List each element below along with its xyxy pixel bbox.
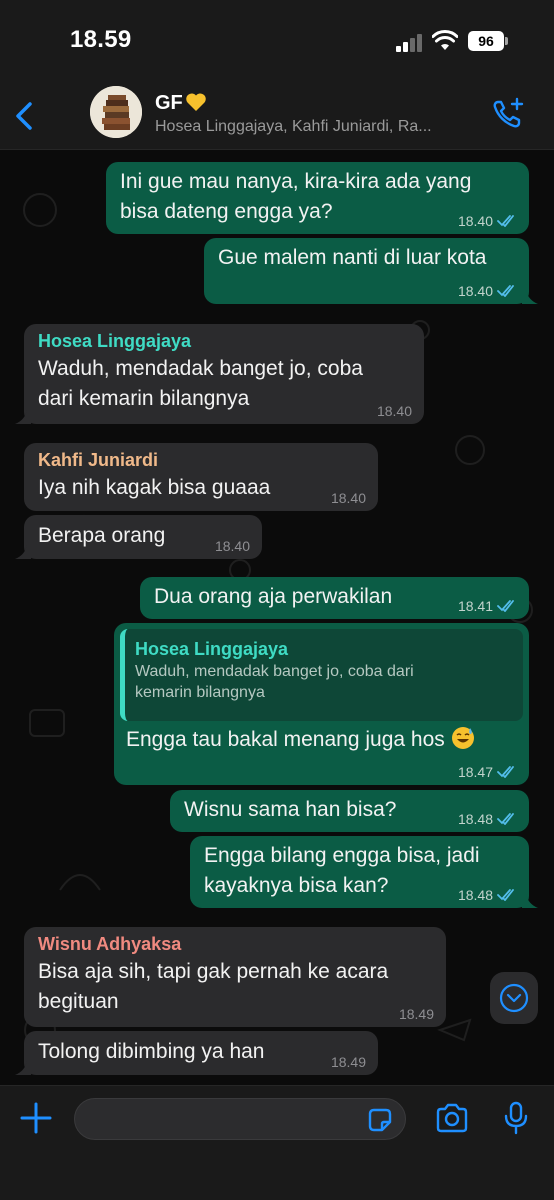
message-text: Waduh, mendadak banget jo, coba dari kem…	[38, 357, 363, 410]
message-time: 18.40	[330, 490, 366, 506]
message-bubble-outgoing-reply[interactable]: Hosea Linggajaya Waduh, mendadak banget …	[114, 623, 529, 785]
message-meta: 18.40	[458, 283, 517, 299]
group-avatar[interactable]	[90, 86, 142, 138]
sender-name: Kahfi Juniardi	[38, 450, 159, 470]
double-tick-icon	[497, 215, 514, 227]
plus-icon[interactable]	[18, 1100, 54, 1136]
message-bubble-outgoing[interactable]: Engga bilang engga bisa, jadi kayaknya b…	[190, 836, 538, 908]
quoted-message[interactable]: Hosea Linggajaya Waduh, mendadak banget …	[120, 629, 523, 721]
bubble-tail	[522, 894, 538, 908]
cellular-signal-icon	[396, 34, 426, 52]
sender-name: Hosea Linggajaya	[38, 331, 192, 351]
camera-icon[interactable]	[434, 1102, 470, 1134]
quoted-sender: Hosea Linggajaya	[135, 639, 289, 659]
message-meta: 18.40	[377, 403, 412, 419]
message-bubble-incoming[interactable]: Kahfi Juniardi Iya nih kagak bisa guaaa …	[24, 443, 378, 511]
message-bubble-outgoing[interactable]: Gue malem nanti di luar kota 18.40	[204, 238, 538, 304]
message-bubble-incoming[interactable]: Tolong dibimbing ya han 18.49	[15, 1031, 378, 1075]
double-tick-icon	[497, 285, 514, 297]
message-time: 18.41	[457, 598, 493, 614]
message-time: 18.47	[457, 764, 493, 780]
message-text: Bisa aja sih, tapi gak pernah ke acara b…	[38, 960, 389, 1013]
message-time: 18.48	[457, 887, 493, 903]
scroll-to-bottom-button[interactable]	[490, 972, 538, 1024]
group-members[interactable]: Hosea Linggajaya, Kahfi Juniardi, Ra...	[155, 118, 455, 136]
message-text: Engga tau bakal menang juga hos	[126, 725, 475, 755]
bubble-tail	[15, 545, 31, 559]
bubble-tail	[15, 410, 31, 424]
message-time: 18.40	[457, 213, 493, 229]
message-text: Iya nih kagak bisa guaaa	[38, 476, 271, 499]
chevron-down-icon	[499, 983, 529, 1013]
add-call-icon[interactable]	[490, 96, 526, 132]
message-meta: 18.40	[331, 490, 366, 506]
message-bubble-outgoing[interactable]: Dua orang aja perwakilan 18.41	[140, 577, 529, 619]
message-bubble-outgoing[interactable]: Wisnu sama han bisa? 18.48	[170, 790, 529, 832]
chat-area[interactable]: Ini gue mau nanya, kira-kira ada yang bi…	[0, 150, 554, 1085]
message-meta: 18.48	[458, 811, 517, 827]
message-meta: 18.40	[215, 538, 250, 554]
quoted-text: Waduh, mendadak banget jo, coba dari kem…	[135, 663, 414, 701]
message-time: 18.49	[398, 1006, 434, 1022]
status-bar: 18.59 96	[0, 0, 554, 82]
message-time: 18.40	[457, 283, 493, 299]
battery-tip	[505, 37, 508, 45]
status-time: 18.59	[70, 26, 132, 53]
microphone-icon[interactable]	[502, 1100, 530, 1136]
message-input[interactable]	[74, 1098, 406, 1140]
message-meta: 18.40	[458, 213, 517, 229]
sender-name: Wisnu Adhyaksa	[38, 934, 182, 954]
message-bubble-incoming[interactable]: Wisnu Adhyaksa Bisa aja sih, tapi gak pe…	[24, 927, 446, 1027]
message-input-bar	[0, 1085, 554, 1200]
double-tick-icon	[497, 766, 514, 778]
sweat-smile-emoji	[451, 727, 474, 749]
message-time: 18.48	[457, 811, 493, 827]
message-text: Tolong dibimbing ya han	[38, 1040, 265, 1063]
chat-header: GF Hosea Linggajaya, Kahfi Juniardi, Ra.…	[0, 82, 554, 150]
message-bubble-incoming[interactable]: Berapa orang 18.40	[15, 515, 262, 559]
battery-level: 96	[468, 31, 504, 51]
message-text: Gue malem nanti di luar kota	[218, 246, 487, 269]
group-name[interactable]: GF	[155, 92, 207, 115]
double-tick-icon	[497, 600, 514, 612]
message-time: 18.40	[214, 538, 250, 554]
wifi-icon	[432, 30, 458, 50]
sticker-icon[interactable]	[366, 1106, 394, 1134]
message-meta: 18.41	[458, 598, 517, 614]
message-text: Ini gue mau nanya, kira-kira ada yang bi…	[120, 170, 472, 223]
double-tick-icon	[497, 813, 514, 825]
message-bubble-incoming[interactable]: Hosea Linggajaya Waduh, mendadak banget …	[15, 324, 424, 424]
books-avatar-image	[90, 86, 142, 138]
message-meta: 18.49	[399, 1006, 434, 1022]
yellow-heart-icon	[186, 93, 206, 111]
message-time: 18.40	[376, 403, 412, 419]
bubble-tail	[15, 1061, 31, 1075]
message-bubble-outgoing[interactable]: Ini gue mau nanya, kira-kira ada yang bi…	[106, 162, 529, 234]
bubble-tail	[522, 290, 538, 304]
message-time: 18.49	[330, 1054, 366, 1070]
message-text-content: Engga tau bakal menang juga hos	[126, 728, 445, 751]
message-meta: 18.49	[331, 1054, 366, 1070]
double-tick-icon	[497, 889, 514, 901]
message-meta: 18.48	[458, 887, 517, 903]
group-name-text: GF	[155, 92, 183, 114]
back-chevron-icon[interactable]	[10, 96, 40, 136]
message-meta: 18.47	[458, 764, 517, 780]
